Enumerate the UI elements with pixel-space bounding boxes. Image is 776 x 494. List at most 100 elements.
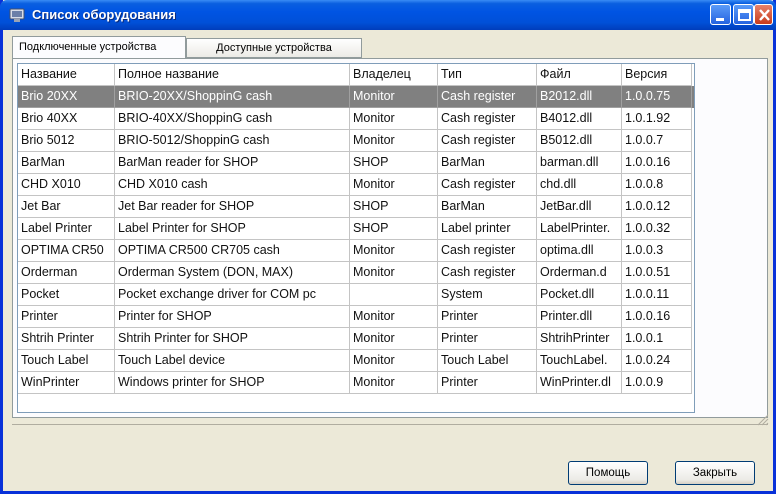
close-window-button[interactable] <box>754 4 773 25</box>
app-icon <box>9 8 25 22</box>
table-cell: Pocket.dll <box>537 284 622 306</box>
column-header[interactable]: Версия <box>622 64 692 86</box>
tab-available-devices[interactable]: Доступные устройства <box>186 38 362 58</box>
table-cell: Cash register <box>438 240 537 262</box>
table-cell: CHD X010 cash <box>115 174 350 196</box>
table-row[interactable]: Label Printer Label Printer for SHOP SHOP L… <box>18 218 694 240</box>
table-cell: OPTIMA CR50 <box>18 240 115 262</box>
tab-connected-devices[interactable]: Подключенные устройства <box>12 36 186 59</box>
table-cell: 1.0.0.75 <box>622 86 692 108</box>
table-cell: chd.dll <box>537 174 622 196</box>
table-cell: 1.0.0.11 <box>622 284 692 306</box>
table-row[interactable]: Brio 20XX BRIO-20XX/ShoppinG cash Monitor C… <box>18 86 694 108</box>
table-cell: Monitor <box>350 306 438 328</box>
table-cell: 1.0.1.92 <box>622 108 692 130</box>
table-cell: BRIO-20XX/ShoppinG cash <box>115 86 350 108</box>
table-cell: CHD X010 <box>18 174 115 196</box>
table-row[interactable]: Orderman Orderman System (DON, MAX) Monito… <box>18 262 694 284</box>
status-bar <box>12 424 768 444</box>
table-cell: Monitor <box>350 240 438 262</box>
table-header-row[interactable]: Название Полное название Владелец Тип Файл Ве… <box>18 64 694 86</box>
minimize-icon <box>716 18 724 21</box>
table-cell: 1.0.0.16 <box>622 152 692 174</box>
devices-table[interactable]: Название Полное название Владелец Тип Файл Ве… <box>17 63 695 413</box>
title-bar[interactable]: Список оборудования <box>0 0 776 30</box>
table-cell: Label Printer for SHOP <box>115 218 350 240</box>
table-cell: Printer.dll <box>537 306 622 328</box>
table-cell: Label printer <box>438 218 537 240</box>
table-cell: 1.0.0.51 <box>622 262 692 284</box>
table-cell: B2012.dll <box>537 86 622 108</box>
help-button[interactable]: Помощь <box>568 461 648 485</box>
table-row[interactable]: Brio 5012 BRIO-5012/ShoppinG cash Monitor C… <box>18 130 694 152</box>
column-header[interactable]: Тип <box>438 64 537 86</box>
resize-grip-icon[interactable] <box>755 412 769 426</box>
column-header[interactable]: Владелец <box>350 64 438 86</box>
column-header[interactable]: Полное название <box>115 64 350 86</box>
table-cell: Monitor <box>350 86 438 108</box>
table-cell: Orderman System (DON, MAX) <box>115 262 350 284</box>
table-cell: Monitor <box>350 130 438 152</box>
table-cell: Touch Label <box>18 350 115 372</box>
table-row[interactable]: Printer Printer for SHOP Monitor Printer Pri… <box>18 306 694 328</box>
table-cell: Monitor <box>350 372 438 394</box>
table-cell: 1.0.0.3 <box>622 240 692 262</box>
table-cell: JetBar.dll <box>537 196 622 218</box>
table-cell: 1.0.0.24 <box>622 350 692 372</box>
column-header[interactable]: Файл <box>537 64 622 86</box>
table-cell: B4012.dll <box>537 108 622 130</box>
table-cell: Printer <box>18 306 115 328</box>
table-cell: Cash register <box>438 86 537 108</box>
table-cell: Brio 20XX <box>18 86 115 108</box>
table-row[interactable]: Jet Bar Jet Bar reader for SHOP SHOP BarMan… <box>18 196 694 218</box>
table-cell: Jet Bar <box>18 196 115 218</box>
tab-panel: Название Полное название Владелец Тип Файл Ве… <box>12 58 768 418</box>
maximize-button[interactable] <box>733 4 754 25</box>
window-title: Список оборудования <box>32 7 176 22</box>
table-cell: Label Printer <box>18 218 115 240</box>
table-cell: Printer <box>438 306 537 328</box>
table-row[interactable]: WinPrinter Windows printer for SHOP Monito… <box>18 372 694 394</box>
table-row[interactable]: Touch Label Touch Label device Monitor Touc… <box>18 350 694 372</box>
table-cell: Touch Label <box>438 350 537 372</box>
table-cell: barman.dll <box>537 152 622 174</box>
table-row[interactable]: BarMan BarMan reader for SHOP SHOP BarMan ba… <box>18 152 694 174</box>
table-cell: Jet Bar reader for SHOP <box>115 196 350 218</box>
table-cell: 1.0.0.1 <box>622 328 692 350</box>
table-row[interactable]: OPTIMA CR50 OPTIMA CR500 CR705 cash Monito… <box>18 240 694 262</box>
table-cell: Pocket exchange driver for COM pc <box>115 284 350 306</box>
minimize-button[interactable] <box>710 4 731 25</box>
table-cell: Touch Label device <box>115 350 350 372</box>
column-header[interactable]: Название <box>18 64 115 86</box>
close-icon <box>759 9 770 21</box>
table-cell: Cash register <box>438 130 537 152</box>
table-cell: ShtrihPrinter <box>537 328 622 350</box>
close-button[interactable]: Закрыть <box>675 461 755 485</box>
table-cell: 1.0.0.12 <box>622 196 692 218</box>
table-cell: SHOP <box>350 152 438 174</box>
table-cell: BRIO-40XX/ShoppinG cash <box>115 108 350 130</box>
table-row[interactable]: CHD X010 CHD X010 cash Monitor Cash registe… <box>18 174 694 196</box>
table-cell: WinPrinter.dl <box>537 372 622 394</box>
table-cell: B5012.dll <box>537 130 622 152</box>
table-row[interactable]: Pocket Pocket exchange driver for COM pc S… <box>18 284 694 306</box>
table-cell: Brio 5012 <box>18 130 115 152</box>
table-cell: BRIO-5012/ShoppinG cash <box>115 130 350 152</box>
equipment-list-window: Список оборудования Подключенные устройс… <box>0 0 776 494</box>
table-cell: 1.0.0.7 <box>622 130 692 152</box>
table-cell: Pocket <box>18 284 115 306</box>
table-cell: Monitor <box>350 262 438 284</box>
table-cell: 1.0.0.9 <box>622 372 692 394</box>
table-cell: Windows printer for SHOP <box>115 372 350 394</box>
table-row[interactable]: Brio 40XX BRIO-40XX/ShoppinG cash Monitor C… <box>18 108 694 130</box>
table-cell: Cash register <box>438 174 537 196</box>
table-cell: BarMan <box>438 152 537 174</box>
table-cell: optima.dll <box>537 240 622 262</box>
table-cell: BarMan <box>18 152 115 174</box>
table-cell: 1.0.0.8 <box>622 174 692 196</box>
table-row[interactable]: Shtrih Printer Shtrih Printer for SHOP Mon… <box>18 328 694 350</box>
table-cell: System <box>438 284 537 306</box>
table-cell: TouchLabel. <box>537 350 622 372</box>
table-cell: Printer <box>438 372 537 394</box>
table-cell: Monitor <box>350 328 438 350</box>
